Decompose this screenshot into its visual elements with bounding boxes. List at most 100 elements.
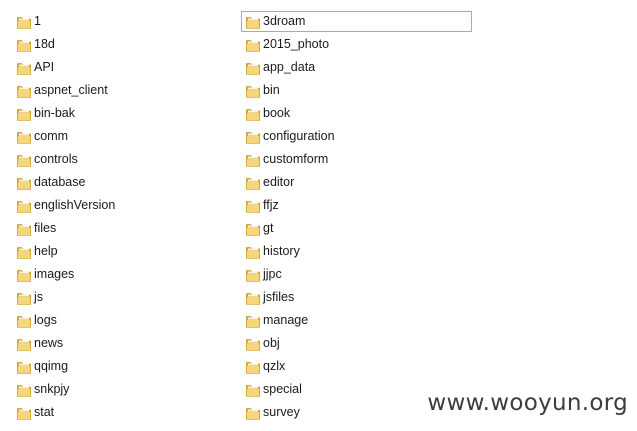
folder-icon	[245, 221, 261, 237]
folder-name: gt	[263, 221, 274, 235]
folder-item[interactable]: jsfiles	[241, 287, 473, 308]
folder-icon	[16, 175, 32, 191]
folder-name: qzlx	[263, 359, 286, 373]
folder-item[interactable]: book	[241, 103, 473, 124]
folder-icon	[16, 60, 32, 76]
folder-list-right: 3droam 2015_photo app_databin book configura…	[241, 11, 473, 425]
folder-item[interactable]: qzlx	[241, 356, 473, 377]
folder-icon	[245, 290, 261, 306]
folder-name: bin	[263, 83, 280, 97]
folder-icon	[16, 382, 32, 398]
folder-item[interactable]: configuration	[241, 126, 473, 147]
folder-name: comm	[34, 129, 69, 143]
folder-icon	[245, 405, 261, 421]
watermark: www.wooyun.org	[427, 390, 628, 416]
folder-name: manage	[263, 313, 309, 327]
folder-icon	[245, 244, 261, 260]
folder-name: controls	[34, 152, 78, 166]
folder-name: database	[34, 175, 86, 189]
folder-name: jjpc	[263, 267, 282, 281]
folder-item[interactable]: database	[12, 172, 244, 193]
folder-item[interactable]: js	[12, 287, 244, 308]
folder-icon	[245, 382, 261, 398]
folder-name: images	[34, 267, 75, 281]
folder-name: logs	[34, 313, 57, 327]
folder-item[interactable]: snkpjy	[12, 379, 244, 400]
folder-item[interactable]: help	[12, 241, 244, 262]
folder-icon	[16, 198, 32, 214]
folder-name: js	[34, 290, 44, 304]
folder-item[interactable]: ffjz	[241, 195, 473, 216]
folder-icon	[16, 152, 32, 168]
folder-name: qqimg	[34, 359, 69, 373]
folder-item[interactable]: obj	[241, 333, 473, 354]
folder-item[interactable]: gt	[241, 218, 473, 239]
folder-item[interactable]: customform	[241, 149, 473, 170]
folder-name: ffjz	[263, 198, 279, 212]
folder-icon	[245, 37, 261, 53]
folder-item[interactable]: 3droam	[241, 11, 472, 32]
folder-icon	[16, 106, 32, 122]
folder-name: englishVersion	[34, 198, 116, 212]
folder-icon	[16, 336, 32, 352]
folder-item[interactable]: stat	[12, 402, 244, 423]
folder-icon	[16, 14, 32, 30]
folder-name: help	[34, 244, 58, 258]
folder-name: 18d	[34, 37, 55, 51]
folder-icon	[245, 313, 261, 329]
folder-item[interactable]: news	[12, 333, 244, 354]
folder-item[interactable]: englishVersion	[12, 195, 244, 216]
folder-item[interactable]: history	[241, 241, 473, 262]
folder-icon	[245, 14, 261, 30]
folder-item[interactable]: manage	[241, 310, 473, 331]
folder-item[interactable]: images	[12, 264, 244, 285]
folder-item[interactable]: aspnet_client	[12, 80, 244, 101]
folder-name: snkpjy	[34, 382, 70, 396]
folder-name: configuration	[263, 129, 335, 143]
folder-name: history	[263, 244, 300, 258]
folder-name: survey	[263, 405, 300, 419]
folder-icon	[16, 313, 32, 329]
folder-icon	[16, 359, 32, 375]
folder-icon	[245, 83, 261, 99]
folder-item[interactable]: app_data	[241, 57, 473, 78]
folder-list-left: 1 18d API aspnet_client bin-bak comm controls d…	[12, 11, 244, 425]
folder-icon	[16, 221, 32, 237]
folder-item[interactable]: 2015_photo	[241, 34, 473, 55]
folder-item[interactable]: comm	[12, 126, 244, 147]
folder-item[interactable]: jjpc	[241, 264, 473, 285]
folder-item[interactable]: bin	[241, 80, 473, 101]
folder-item[interactable]: logs	[12, 310, 244, 331]
folder-name: jsfiles	[263, 290, 295, 304]
folder-icon	[245, 267, 261, 283]
folder-item[interactable]: qqimg	[12, 356, 244, 377]
folder-name: bin-bak	[34, 106, 75, 120]
folder-icon	[16, 267, 32, 283]
folder-item[interactable]: controls	[12, 149, 244, 170]
folder-name: obj	[263, 336, 280, 350]
folder-icon	[16, 129, 32, 145]
folder-icon	[245, 152, 261, 168]
folder-name: API	[34, 60, 55, 74]
folder-icon	[16, 83, 32, 99]
folder-icon	[245, 336, 261, 352]
folder-icon	[245, 129, 261, 145]
folder-icon	[245, 198, 261, 214]
folder-item[interactable]: API	[12, 57, 244, 78]
folder-name: editor	[263, 175, 295, 189]
folder-icon	[245, 175, 261, 191]
folder-item[interactable]: 18d	[12, 34, 244, 55]
folder-icon	[16, 244, 32, 260]
folder-icon	[245, 359, 261, 375]
folder-name: book	[263, 106, 291, 120]
folder-icon	[16, 37, 32, 53]
folder-item[interactable]: 1	[12, 11, 244, 32]
folder-icon	[16, 405, 32, 421]
folder-item[interactable]: files	[12, 218, 244, 239]
folder-item[interactable]: editor	[241, 172, 473, 193]
folder-name: special	[263, 382, 302, 396]
folder-name: app_data	[263, 60, 316, 74]
folder-name: customform	[263, 152, 329, 166]
folder-item[interactable]: bin-bak	[12, 103, 244, 124]
folder-name: 2015_photo	[263, 37, 330, 51]
